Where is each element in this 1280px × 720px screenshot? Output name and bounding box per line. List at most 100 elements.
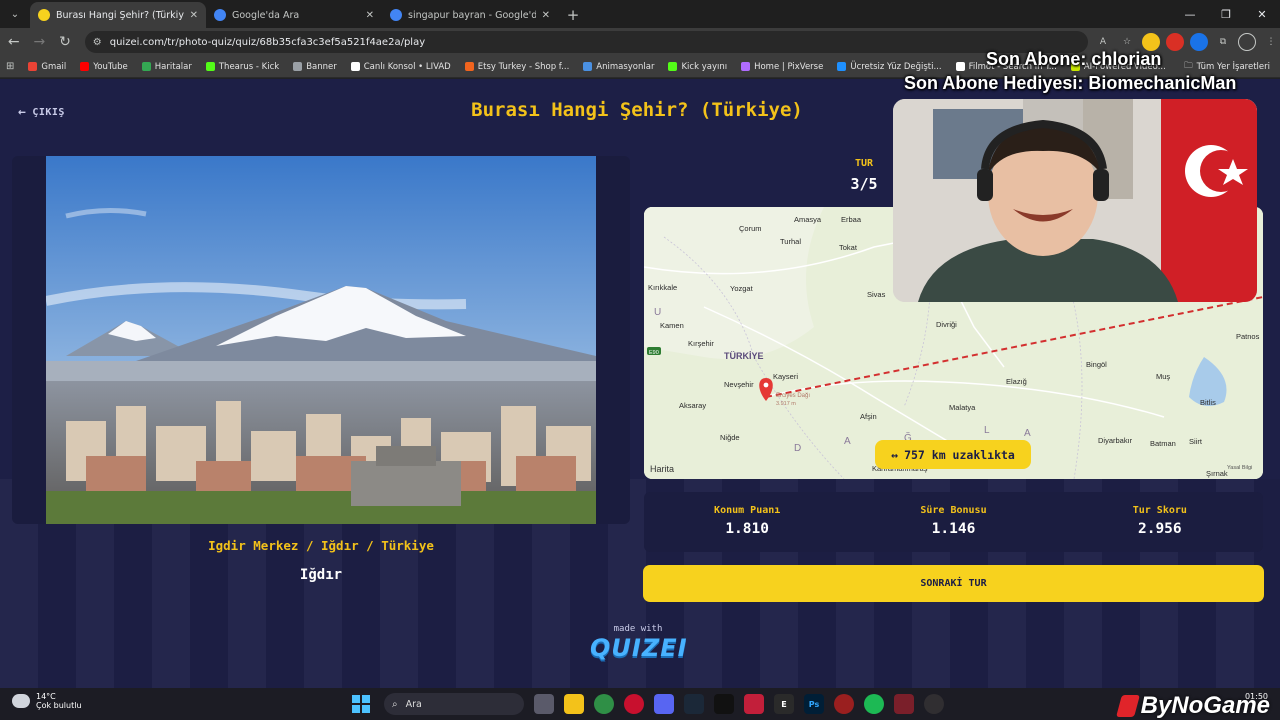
map-city-label: Patnos	[1236, 332, 1260, 341]
bookmark-label: Banner	[306, 61, 337, 72]
bookmark-item[interactable]: Banner	[293, 62, 337, 72]
address-bar[interactable]: ⚙ quizei.com/tr/photo-quiz/quiz/68b35cfa…	[84, 31, 1088, 53]
bookmark-item[interactable]: Home | PixVerse	[741, 62, 823, 72]
capcut-icon[interactable]	[714, 694, 734, 714]
map-city-label: Kamen	[660, 321, 684, 330]
road-label: E90	[649, 350, 659, 356]
map-city-label: Şırnak	[1206, 469, 1228, 478]
faceswap-icon	[837, 62, 847, 71]
taskbar-search[interactable]: ⌕ Ara	[384, 693, 524, 715]
answer-location: Igdir Merkez / Iğdır / Türkiye	[208, 538, 434, 553]
score-round: Tur Skoru 2.956	[1057, 492, 1263, 552]
windows-start-icon[interactable]	[352, 695, 370, 713]
weather-widget[interactable]: 14°C Çok bulutlu	[12, 692, 82, 710]
menu-icon[interactable]: ⋮	[1262, 33, 1280, 51]
bookmark-label: Home | PixVerse	[754, 61, 824, 72]
youtube-icon	[80, 62, 90, 71]
score-label: Tur Skoru	[1132, 505, 1187, 516]
bookmark-label: Gmail	[41, 61, 67, 72]
map-city-label: Turhal	[780, 237, 801, 246]
back-icon[interactable]: ←	[2, 30, 26, 54]
bynogame-logo-icon	[1115, 695, 1140, 717]
pixverse-icon	[741, 62, 751, 71]
round-value: 3/5	[850, 175, 878, 193]
distance-badge: ↔ 757 km uzaklıkta	[875, 440, 1031, 469]
extension-icon[interactable]	[1165, 33, 1184, 51]
bookmark-item[interactable]: YouTube	[80, 62, 128, 72]
close-window-icon[interactable]: ✕	[1244, 0, 1280, 28]
bookmark-item[interactable]: Thearus - Kick	[205, 62, 279, 72]
puzzle-icon[interactable]: ⧉	[1214, 33, 1232, 51]
bookmark-item[interactable]: Animasyonlar	[583, 62, 654, 72]
quiz-favicon-icon	[38, 9, 50, 21]
livad-icon	[350, 62, 360, 71]
bookmark-item[interactable]: Gmail	[28, 62, 66, 72]
weather-desc: Çok bulutlu	[36, 701, 82, 710]
maximize-icon[interactable]: ❐	[1208, 0, 1244, 28]
city-photo	[46, 156, 596, 524]
map-country-label: TÜRKİYE	[724, 351, 764, 361]
map-city-label: Kırıkkale	[648, 283, 677, 292]
new-tab-icon[interactable]: +	[562, 2, 584, 28]
map-city-label: Erbaa	[841, 215, 862, 224]
obs-icon[interactable]	[924, 694, 944, 714]
discord-icon[interactable]	[654, 694, 674, 714]
animation-icon	[583, 62, 593, 71]
score-value: 1.146	[931, 521, 976, 537]
site-info-icon[interactable]: ⚙	[93, 37, 102, 48]
spotify-icon[interactable]	[864, 694, 884, 714]
bookmark-label: Kick yayını	[681, 61, 728, 72]
banner-icon	[293, 62, 303, 71]
maps-icon	[141, 62, 151, 71]
movie-maker-icon[interactable]	[744, 694, 764, 714]
score-value: 2.956	[1137, 521, 1182, 537]
quizei-logo[interactable]: QUIZEI	[590, 634, 687, 662]
browser-tab-bar: ⌄ Burası Hangi Şehir? (Türkiye) - Q ✕ Go…	[0, 0, 1280, 28]
bookmark-label: Haritalar	[154, 61, 192, 72]
tab-quiz[interactable]: Burası Hangi Şehir? (Türkiye) - Q ✕	[30, 2, 206, 28]
tab-search-icon[interactable]: ⌄	[4, 3, 26, 25]
map-city-label: Diyarbakır	[1098, 436, 1133, 445]
next-round-button[interactable]: SONRAKİ TUR	[643, 565, 1264, 602]
task-view-icon[interactable]	[534, 694, 554, 714]
bookmark-item[interactable]: Etsy Turkey - Shop f...	[464, 62, 569, 72]
svg-text:A: A	[844, 436, 853, 447]
tab-google-search-2[interactable]: singapur bayran - Google'da Ara ✕	[382, 2, 558, 28]
minimize-icon[interactable]: —	[1172, 0, 1208, 28]
tab-google-search[interactable]: Google'da Ara ✕	[206, 2, 382, 28]
profile-icon[interactable]	[1237, 33, 1256, 51]
bookmark-item[interactable]: Kick yayını	[668, 62, 727, 72]
steam-icon[interactable]	[684, 694, 704, 714]
map-city-label: Sivas	[867, 290, 886, 299]
close-icon[interactable]: ✕	[366, 10, 374, 21]
mount-ararat-city-image	[46, 156, 596, 524]
etsy-icon	[464, 62, 474, 71]
bookmark-item[interactable]: Haritalar	[141, 61, 192, 72]
svg-text:L: L	[984, 425, 992, 436]
close-icon[interactable]: ✕	[542, 10, 550, 21]
reload-icon[interactable]: ↻	[53, 30, 77, 54]
apps-grid-icon[interactable]: ⊞	[6, 61, 14, 72]
bookmark-item[interactable]: Canlı Konsol • LIVAD	[350, 62, 451, 72]
kick-icon	[668, 62, 678, 71]
bookmark-label: YouTube	[93, 61, 128, 72]
map-city-label: Elazığ	[1006, 377, 1027, 386]
davinci-icon[interactable]	[834, 694, 854, 714]
map-city-label: Afşin	[860, 412, 877, 421]
all-bookmarks-label: Tüm Yer İşaretleri	[1196, 62, 1270, 72]
bookmark-item[interactable]: Ücretsiz Yüz Değişti...	[837, 62, 942, 72]
made-with-label: made with	[613, 624, 663, 634]
bynogame-watermark: ByNoGame	[1115, 692, 1270, 720]
epic-games-icon[interactable]: E	[774, 694, 794, 714]
vegas-icon[interactable]	[894, 694, 914, 714]
file-explorer-icon[interactable]	[564, 694, 584, 714]
score-value: 1.810	[725, 521, 769, 537]
score-time-bonus: Süre Bonusu 1.146	[850, 492, 1056, 552]
photoshop-icon[interactable]: Ps	[804, 694, 824, 714]
forward-icon[interactable]: →	[28, 30, 52, 54]
close-icon[interactable]: ✕	[190, 10, 198, 21]
extension-icon[interactable]	[1189, 33, 1208, 51]
chrome-icon[interactable]	[594, 694, 614, 714]
search-icon: ⌕	[392, 698, 398, 710]
opera-icon[interactable]	[624, 694, 644, 714]
